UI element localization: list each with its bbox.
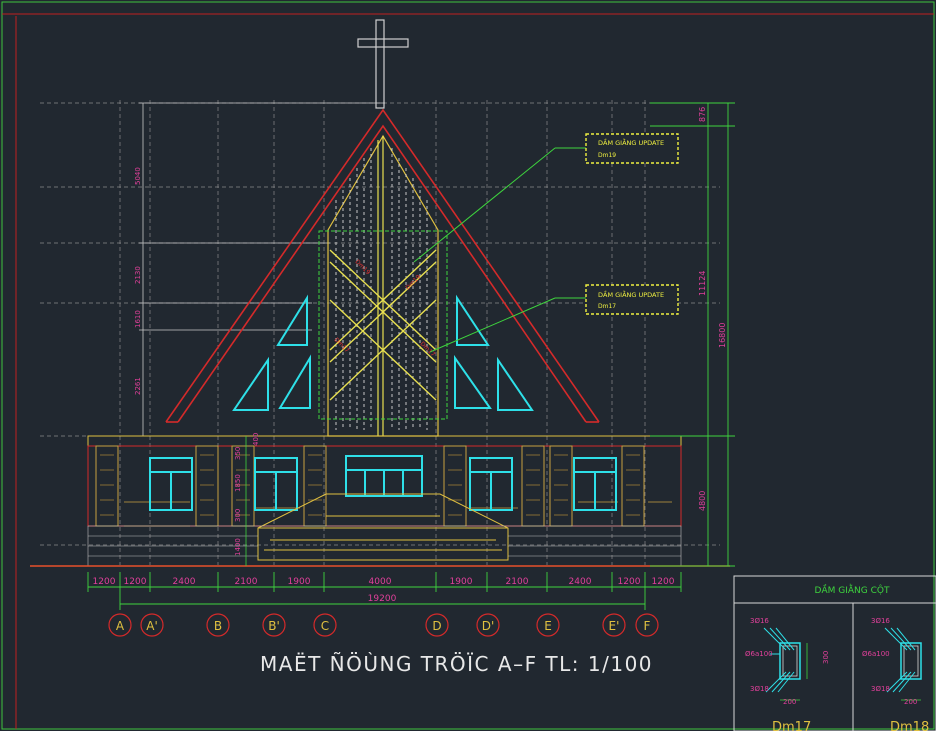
callout-2-line2: Dm17 xyxy=(598,303,616,310)
beam-section-dm18: 3Ø16 Ø6a100 3Ø18 200 Dm18 xyxy=(862,617,929,731)
axis-bubbles: A A' B B' C D D' E E' F xyxy=(108,613,659,637)
left-roof-dimension-texts: 5040 2130 1610 2261 xyxy=(134,167,142,395)
left-wall-dimension-texts: 400 350 1850 300 1400 xyxy=(234,433,260,556)
bottom-dimension-texts: 1200 1200 2400 2100 1900 4000 1900 2100 … xyxy=(93,577,675,604)
beam-section-dm17: 3Ø16 Ø6a100 3Ø18 300 200 Dm17 xyxy=(745,617,830,731)
bottom-dim-5: 1900 xyxy=(288,577,311,587)
axis-e-prime: E' xyxy=(602,613,626,637)
svg-text:E: E xyxy=(544,619,552,633)
wall-dim-1: 400 xyxy=(252,433,260,446)
wall-dim-5: 1400 xyxy=(234,538,242,556)
callout-1-line1: DẦM GIẰNG UPDATE xyxy=(598,137,664,147)
svg-text:A': A' xyxy=(146,619,158,633)
svg-text:C: C xyxy=(321,619,329,633)
dm18-bottom-bar: 3Ø18 xyxy=(871,685,890,693)
dm18-top-bar: 3Ø16 xyxy=(871,617,890,625)
axis-f: F xyxy=(635,613,659,637)
left-level-dimension xyxy=(139,102,385,437)
spire-glass-pattern xyxy=(335,148,428,430)
axis-d: D xyxy=(425,613,449,637)
svg-text:F: F xyxy=(644,619,651,633)
svg-text:D: D xyxy=(432,619,441,633)
drawing-title: MAËT ÑÖÙNG TRÖÏC A–F TL: 1/100 xyxy=(260,652,653,676)
dm18-width: 200 xyxy=(904,698,917,706)
dm17-width: 200 xyxy=(783,698,796,706)
svg-text:Dm17: Dm17 xyxy=(419,340,437,358)
bottom-dim-4: 2100 xyxy=(235,577,258,587)
dm17-height: 300 xyxy=(822,651,830,664)
cad-drawing-canvas[interactable]: 5040 2130 1610 2261 Dm19 Dm19 Dm17 Dm17 … xyxy=(0,0,936,731)
axis-b-prime: B' xyxy=(262,613,286,637)
bottom-dim-11: 1200 xyxy=(652,577,675,587)
callout-box-2[interactable]: DẦM GIẰNG UPDATE Dm17 xyxy=(585,284,679,315)
left-dim-3: 1610 xyxy=(134,310,142,328)
bottom-dim-3: 2400 xyxy=(173,577,196,587)
wall-dim-4: 300 xyxy=(234,509,242,522)
callout-1-line2: Dm19 xyxy=(598,152,616,159)
bottom-dim-total: 19200 xyxy=(368,594,397,604)
beam-panel-title: DẦM GIẰNG CỘT xyxy=(815,583,890,596)
left-dim-4: 2261 xyxy=(134,377,142,395)
wall-dim-2: 350 xyxy=(234,447,242,460)
dm17-bottom-bar: 3Ø18 xyxy=(750,685,769,693)
red-tags: Dm19 Dm19 Dm17 Dm17 xyxy=(333,258,437,358)
axis-c: C xyxy=(313,613,337,637)
right-dimension-texts: 876 11124 4800 16800 xyxy=(698,107,727,511)
dm17-name: Dm17 xyxy=(772,720,811,731)
beam-detail-panel[interactable]: DẦM GIẰNG CỘT 3Ø16 Ø6a100 3Ø18 300 200 D… xyxy=(733,575,936,731)
bottom-dim-2: 1200 xyxy=(124,577,147,587)
svg-text:A: A xyxy=(116,619,125,633)
cross-icon xyxy=(357,19,409,109)
callout-2-line1: DẦM GIẰNG UPDATE xyxy=(598,289,664,299)
bottom-dim-7: 1900 xyxy=(450,577,473,587)
wall-dim-3: 1850 xyxy=(234,474,242,492)
right-dim-roof: 11124 xyxy=(698,271,707,296)
axis-a: A xyxy=(108,613,132,637)
svg-text:E': E' xyxy=(609,619,620,633)
axis-b: B xyxy=(206,613,230,637)
bottom-dim-8: 2100 xyxy=(506,577,529,587)
callout-box-1[interactable]: DẦM GIẰNG UPDATE Dm19 xyxy=(585,133,679,164)
svg-text:D': D' xyxy=(482,619,495,633)
dm18-stirrup: Ø6a100 xyxy=(862,650,890,658)
dm17-stirrup: Ø6a100 xyxy=(745,650,773,658)
dm17-top-bar: 3Ø16 xyxy=(750,617,769,625)
left-dim-2: 2130 xyxy=(134,266,142,284)
left-dim-1: 5040 xyxy=(134,167,142,185)
right-dim-total: 16800 xyxy=(718,323,727,348)
right-dim-wall: 4800 xyxy=(698,491,707,511)
axis-a-prime: A' xyxy=(140,613,164,637)
axis-d-prime: D' xyxy=(476,613,500,637)
facade-windows xyxy=(149,455,617,511)
svg-text:B': B' xyxy=(268,619,280,633)
right-dim-top: 876 xyxy=(698,107,707,122)
axis-e: E xyxy=(536,613,560,637)
bottom-dim-1: 1200 xyxy=(93,577,116,587)
dm18-name: Dm18 xyxy=(890,720,929,731)
bottom-dim-9: 2400 xyxy=(569,577,592,587)
svg-text:B: B xyxy=(214,619,222,633)
bottom-dim-6: 4000 xyxy=(369,577,392,587)
bottom-dim-10: 1200 xyxy=(618,577,641,587)
svg-text:Dm19: Dm19 xyxy=(354,258,372,276)
callout-leaders xyxy=(413,147,586,353)
